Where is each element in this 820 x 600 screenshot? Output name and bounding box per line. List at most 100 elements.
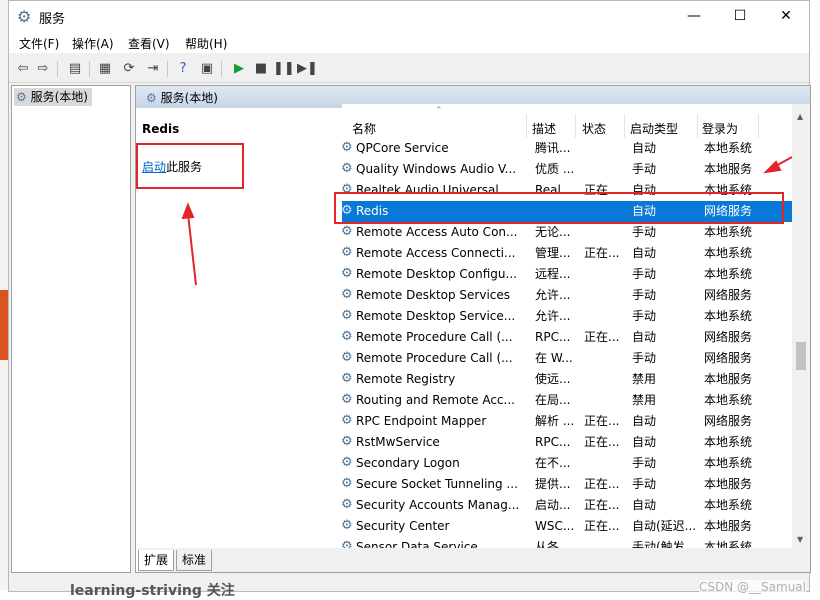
service-description: 无论... (535, 225, 571, 239)
service-row[interactable]: ⚙ Remote Access Auto Con... 无论... 手动 本地系统 (341, 222, 794, 243)
service-row[interactable]: ⚙ Security Center WSC... 正在... 自动(延迟... 本地服务 (341, 516, 794, 537)
service-row[interactable]: ⚙ Remote Desktop Services 允许... 手动 网络服务 (341, 285, 794, 306)
service-name: Secure Socket Tunneling ... (356, 477, 518, 491)
menu-help[interactable]: 帮助(H) (185, 35, 227, 52)
column-description[interactable]: 描述 (532, 120, 556, 137)
tree-node-label: 服务(本地) (30, 90, 88, 104)
help-icon[interactable]: ? (173, 59, 193, 79)
service-gear-icon: ⚙ (341, 224, 353, 239)
service-name: Remote Desktop Configu... (356, 267, 517, 281)
vertical-scrollbar[interactable]: ▲ ▼ (792, 104, 810, 548)
tab-standard[interactable]: 标准 (176, 550, 213, 571)
maximize-button[interactable]: ☐ (717, 1, 763, 31)
service-startup-type: 自动 (632, 141, 657, 155)
pane-header-title: 服务(本地) (160, 91, 218, 105)
service-log-on-as: 本地系统 (704, 456, 753, 470)
show-hide-console-tree-icon[interactable]: ▤ (65, 59, 85, 79)
service-status: 正在... (584, 330, 620, 344)
service-row[interactable]: ⚙ Remote Access Connecti... 管理... 正在... 自动 本地… (341, 243, 794, 264)
service-startup-type: 手动 (632, 162, 657, 176)
service-startup-type: 手动 (632, 456, 657, 470)
menu-bar: 文件(F) 操作(A) 查看(V) 帮助(H) (9, 31, 809, 53)
service-startup-type: 禁用 (632, 372, 657, 386)
selected-service-name: Redis (142, 122, 180, 136)
service-name: RPC Endpoint Mapper (356, 414, 487, 428)
service-gear-icon: ⚙ (341, 245, 353, 260)
background-follow: 关注 (206, 583, 235, 599)
start-service-icon[interactable]: ▶ (229, 59, 249, 79)
scrollbar-thumb[interactable] (796, 342, 806, 370)
service-row[interactable]: ⚙ RPC Endpoint Mapper 解析 ... 正在... 自动 网络服务 (341, 411, 794, 432)
restart-service-icon[interactable]: ▶❚ (297, 59, 318, 79)
service-log-on-as: 本地服务 (704, 477, 753, 491)
column-name[interactable]: 名称 (352, 120, 376, 137)
close-button[interactable]: ✕ (763, 1, 809, 31)
service-name: Remote Procedure Call (... (356, 330, 513, 344)
export-list-icon[interactable]: ⇥ (143, 59, 163, 79)
service-description: 在不... (535, 456, 571, 470)
service-row[interactable]: ⚙ Remote Procedure Call (... RPC... 正在... 自动… (341, 327, 794, 348)
console-tree: ⚙ 服务(本地) (11, 85, 131, 573)
service-gear-icon: ⚙ (341, 329, 353, 344)
service-gear-icon: ⚙ (341, 350, 353, 365)
service-status: 正在... (584, 435, 620, 449)
service-log-on-as: 本地系统 (704, 435, 753, 449)
service-name: Remote Procedure Call (... (356, 351, 513, 365)
service-row[interactable]: ⚙ Remote Desktop Configu... 远程... 手动 本地系统 (341, 264, 794, 285)
stop-service-icon[interactable]: ■ (251, 59, 271, 79)
service-row[interactable]: ⚙ RstMwService RPC... 正在... 自动 本地系统 (341, 432, 794, 453)
properties-icon[interactable]: ▦ (95, 59, 115, 79)
service-gear-icon: ⚙ (341, 308, 353, 323)
scroll-down-icon[interactable]: ▼ (797, 535, 803, 544)
service-row[interactable]: ⚙ Routing and Remote Acc... 在局... 禁用 本地系统 (341, 390, 794, 411)
menu-view[interactable]: 查看(V) (128, 35, 170, 52)
column-log-on-as[interactable]: 登录为 (702, 120, 738, 137)
refresh-icon[interactable]: ⟳ (119, 59, 139, 79)
service-gear-icon: ⚙ (341, 497, 353, 512)
service-gear-icon: ⚙ (341, 287, 353, 302)
service-description: WSC... (535, 519, 573, 533)
column-startup-type[interactable]: 启动类型 (630, 120, 678, 137)
service-gear-icon: ⚙ (341, 392, 353, 407)
service-row[interactable]: ⚙ Security Accounts Manag... 启动... 正在... 自动 本… (341, 495, 794, 516)
service-startup-type: 自动 (632, 414, 657, 428)
forward-arrow-icon[interactable]: ⇨ (33, 59, 53, 79)
watermark: CSDN @__Samual (699, 580, 806, 594)
scroll-up-icon[interactable]: ▲ (797, 112, 803, 121)
menu-action[interactable]: 操作(A) (72, 35, 114, 52)
service-description: 使远... (535, 372, 571, 386)
service-startup-type: 自动 (632, 246, 657, 260)
action-pane-icon[interactable]: ▣ (197, 59, 217, 79)
service-row[interactable]: ⚙ QPCore Service 腾讯... 自动 本地系统 (341, 138, 794, 159)
service-row[interactable]: ⚙ Quality Windows Audio V... 优质 ... 手动 本地服务 (341, 159, 794, 180)
service-name: Security Accounts Manag... (356, 498, 520, 512)
service-name: Security Center (356, 519, 450, 533)
service-log-on-as: 本地系统 (704, 225, 753, 239)
tab-extended[interactable]: 扩展 (138, 550, 175, 571)
service-row[interactable]: ⚙ Remote Registry 使远... 禁用 本地服务 (341, 369, 794, 390)
service-startup-type: 手动 (632, 288, 657, 302)
service-row[interactable]: ⚙ Remote Desktop Service... 允许... 手动 本地系统 (341, 306, 794, 327)
minimize-button[interactable]: — (671, 1, 717, 31)
title-bar[interactable]: ⚙ 服务 — ☐ ✕ (9, 1, 809, 31)
service-status: 正在... (584, 498, 620, 512)
service-row[interactable]: ⚙ Remote Procedure Call (... 在 W... 手动 网络服务 (341, 348, 794, 369)
column-status[interactable]: 状态 (582, 120, 606, 137)
menu-file[interactable]: 文件(F) (19, 35, 59, 52)
service-description: RPC... (535, 435, 571, 449)
service-log-on-as: 本地系统 (704, 267, 753, 281)
service-startup-type: 手动 (632, 225, 657, 239)
service-gear-icon: ⚙ (341, 518, 353, 533)
background-bottom-text: learning-striving 关注 (70, 580, 235, 600)
service-status: 正在... (584, 246, 620, 260)
service-row[interactable]: ⚙ Secondary Logon 在不... 手动 本地系统 (341, 453, 794, 474)
service-description: 远程... (535, 267, 571, 281)
back-arrow-icon[interactable]: ⇦ (13, 59, 33, 79)
service-row[interactable]: ⚙ Secure Socket Tunneling ... 提供... 正在... 手动… (341, 474, 794, 495)
service-description: 允许... (535, 309, 571, 323)
pause-service-icon[interactable]: ❚❚ (273, 59, 295, 79)
list-column-header: ⌃ 名称 描述 状态 启动类型 登录为 (342, 104, 794, 138)
service-startup-type: 手动 (632, 309, 657, 323)
annotation-box-start-link (136, 143, 244, 189)
tree-node-services-local[interactable]: ⚙ 服务(本地) (14, 88, 92, 106)
